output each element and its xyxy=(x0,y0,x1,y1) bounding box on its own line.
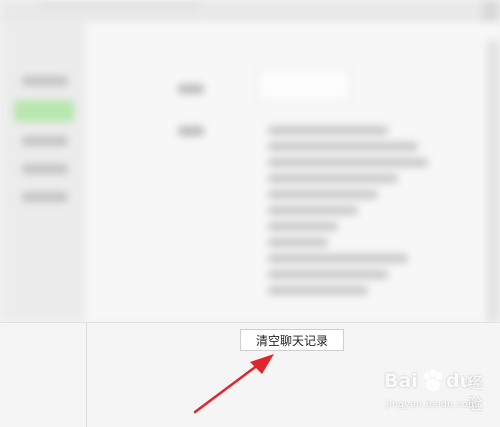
title-bar xyxy=(0,0,500,32)
sidebar-item[interactable] xyxy=(22,136,68,146)
setting-input-box xyxy=(258,68,350,102)
setting-label xyxy=(178,126,204,136)
setting-value xyxy=(268,238,328,247)
setting-value xyxy=(268,222,338,231)
setting-label xyxy=(178,84,204,94)
sidebar-item[interactable] xyxy=(22,192,68,202)
watermark-url: jingyan.baidu.com xyxy=(386,400,478,410)
setting-value xyxy=(268,174,398,183)
setting-value xyxy=(268,142,418,151)
setting-value xyxy=(268,206,358,215)
sidebar-item[interactable] xyxy=(22,164,68,174)
paw-logo-icon xyxy=(424,369,442,391)
setting-value xyxy=(268,190,378,199)
watermark-brand-left: Bai xyxy=(384,370,418,392)
setting-value xyxy=(268,254,408,263)
baidu-jingyan-watermark: Bai du 经验 jingyan.baidu.com xyxy=(384,368,496,416)
sidebar-item-active[interactable] xyxy=(14,100,74,122)
app-window: 清空聊天记录 Bai du 经验 jingyan.baidu.com xyxy=(0,0,500,427)
settings-main-panel xyxy=(86,22,500,322)
settings-sidebar xyxy=(0,22,86,322)
clear-chat-history-button[interactable]: 清空聊天记录 xyxy=(240,329,344,351)
setting-value xyxy=(268,158,428,167)
setting-value xyxy=(268,286,368,295)
setting-value xyxy=(268,126,388,135)
blurred-settings-content xyxy=(0,0,500,322)
scrollbar-track[interactable] xyxy=(486,40,500,322)
sidebar-item[interactable] xyxy=(22,76,68,86)
setting-value xyxy=(268,270,388,279)
